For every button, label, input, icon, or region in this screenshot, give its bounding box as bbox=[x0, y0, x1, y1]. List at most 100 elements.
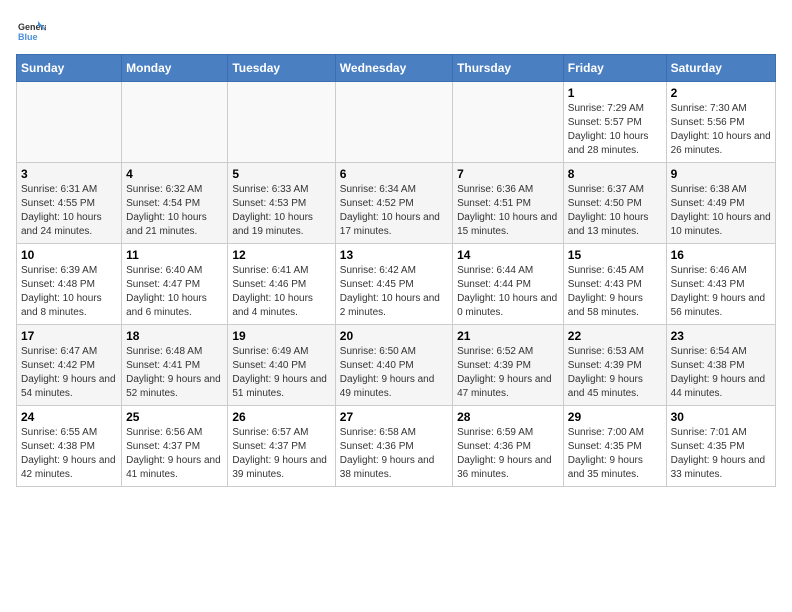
day-info: Sunrise: 6:36 AM Sunset: 4:51 PM Dayligh… bbox=[457, 183, 559, 239]
week-row-1: 1 Sunrise: 7:29 AM Sunset: 5:57 PM Daylig… bbox=[17, 82, 776, 163]
day-number: 27 bbox=[340, 410, 448, 424]
calendar-cell: 14 Sunrise: 6:44 AM Sunset: 4:44 PM Dayli… bbox=[453, 244, 564, 325]
day-number: 12 bbox=[232, 248, 330, 262]
svg-text:Blue: Blue bbox=[18, 32, 38, 42]
calendar-cell: 6 Sunrise: 6:34 AM Sunset: 4:52 PM Daylig… bbox=[335, 163, 452, 244]
calendar-cell: 20Sunrise: 6:50 AM Sunset: 4:40 PM Dayli… bbox=[335, 325, 452, 406]
day-info: Sunrise: 6:46 AM Sunset: 4:43 PM Dayligh… bbox=[671, 264, 771, 320]
calendar-table: SundayMondayTuesdayWednesdayThursdayFrid… bbox=[16, 54, 776, 487]
calendar-cell: 13 Sunrise: 6:42 AM Sunset: 4:45 PM Dayli… bbox=[335, 244, 452, 325]
calendar-cell: 23 Sunrise: 6:54 AM Sunset: 4:38 PM Dayli… bbox=[666, 325, 775, 406]
week-row-2: 3Sunrise: 6:31 AM Sunset: 4:55 PM Daylig… bbox=[17, 163, 776, 244]
day-number: 9 bbox=[671, 167, 771, 181]
day-number: 10 bbox=[21, 248, 117, 262]
day-number: 17 bbox=[21, 329, 117, 343]
day-header-sunday: Sunday bbox=[17, 55, 122, 82]
calendar-cell: 1 Sunrise: 7:29 AM Sunset: 5:57 PM Daylig… bbox=[563, 82, 666, 163]
calendar-cell: 15Sunrise: 6:45 AM Sunset: 4:43 PM Dayli… bbox=[563, 244, 666, 325]
calendar-cell: 2Sunrise: 7:30 AM Sunset: 5:56 PM Daylig… bbox=[666, 82, 775, 163]
day-number: 15 bbox=[568, 248, 662, 262]
day-info: Sunrise: 6:42 AM Sunset: 4:45 PM Dayligh… bbox=[340, 264, 448, 320]
header: General Blue bbox=[16, 16, 776, 46]
day-info: Sunrise: 6:40 AM Sunset: 4:47 PM Dayligh… bbox=[126, 264, 223, 320]
day-number: 28 bbox=[457, 410, 559, 424]
week-row-4: 17 Sunrise: 6:47 AM Sunset: 4:42 PM Dayli… bbox=[17, 325, 776, 406]
logo: General Blue bbox=[16, 16, 46, 46]
calendar-cell: 24Sunrise: 6:55 AM Sunset: 4:38 PM Dayli… bbox=[17, 406, 122, 487]
day-info: Sunrise: 6:49 AM Sunset: 4:40 PM Dayligh… bbox=[232, 345, 330, 401]
day-info: Sunrise: 6:57 AM Sunset: 4:37 PM Dayligh… bbox=[232, 426, 330, 482]
day-number: 7 bbox=[457, 167, 559, 181]
calendar-cell: 19Sunrise: 6:49 AM Sunset: 4:40 PM Dayli… bbox=[228, 325, 335, 406]
day-number: 29 bbox=[568, 410, 662, 424]
calendar-cell: 16 Sunrise: 6:46 AM Sunset: 4:43 PM Dayli… bbox=[666, 244, 775, 325]
day-info: Sunrise: 6:34 AM Sunset: 4:52 PM Dayligh… bbox=[340, 183, 448, 239]
day-info: Sunrise: 6:59 AM Sunset: 4:36 PM Dayligh… bbox=[457, 426, 559, 482]
day-header-saturday: Saturday bbox=[666, 55, 775, 82]
day-header-friday: Friday bbox=[563, 55, 666, 82]
day-number: 1 bbox=[568, 86, 662, 100]
day-info: Sunrise: 6:47 AM Sunset: 4:42 PM Dayligh… bbox=[21, 345, 117, 401]
day-info: Sunrise: 7:01 AM Sunset: 4:35 PM Dayligh… bbox=[671, 426, 771, 482]
day-header-wednesday: Wednesday bbox=[335, 55, 452, 82]
day-info: Sunrise: 6:58 AM Sunset: 4:36 PM Dayligh… bbox=[340, 426, 448, 482]
day-number: 3 bbox=[21, 167, 117, 181]
calendar-cell: 3Sunrise: 6:31 AM Sunset: 4:55 PM Daylig… bbox=[17, 163, 122, 244]
day-info: Sunrise: 6:44 AM Sunset: 4:44 PM Dayligh… bbox=[457, 264, 559, 320]
calendar-cell: 18 Sunrise: 6:48 AM Sunset: 4:41 PM Dayli… bbox=[122, 325, 228, 406]
day-number: 25 bbox=[126, 410, 223, 424]
calendar-body: 1 Sunrise: 7:29 AM Sunset: 5:57 PM Daylig… bbox=[17, 82, 776, 487]
day-info: Sunrise: 6:33 AM Sunset: 4:53 PM Dayligh… bbox=[232, 183, 330, 239]
day-header-tuesday: Tuesday bbox=[228, 55, 335, 82]
day-info: Sunrise: 6:39 AM Sunset: 4:48 PM Dayligh… bbox=[21, 264, 117, 320]
header-row: SundayMondayTuesdayWednesdayThursdayFrid… bbox=[17, 55, 776, 82]
calendar-cell bbox=[122, 82, 228, 163]
calendar-cell bbox=[228, 82, 335, 163]
day-info: Sunrise: 6:37 AM Sunset: 4:50 PM Dayligh… bbox=[568, 183, 662, 239]
calendar-cell: 22 Sunrise: 6:53 AM Sunset: 4:39 PM Dayli… bbox=[563, 325, 666, 406]
day-info: Sunrise: 6:38 AM Sunset: 4:49 PM Dayligh… bbox=[671, 183, 771, 239]
day-header-monday: Monday bbox=[122, 55, 228, 82]
calendar-cell: 7 Sunrise: 6:36 AM Sunset: 4:51 PM Daylig… bbox=[453, 163, 564, 244]
day-number: 6 bbox=[340, 167, 448, 181]
day-info: Sunrise: 6:56 AM Sunset: 4:37 PM Dayligh… bbox=[126, 426, 223, 482]
calendar-cell: 30 Sunrise: 7:01 AM Sunset: 4:35 PM Dayli… bbox=[666, 406, 775, 487]
day-info: Sunrise: 6:32 AM Sunset: 4:54 PM Dayligh… bbox=[126, 183, 223, 239]
day-number: 5 bbox=[232, 167, 330, 181]
day-number: 22 bbox=[568, 329, 662, 343]
day-header-thursday: Thursday bbox=[453, 55, 564, 82]
day-number: 30 bbox=[671, 410, 771, 424]
logo-icon: General Blue bbox=[16, 16, 46, 46]
calendar-cell: 9 Sunrise: 6:38 AM Sunset: 4:49 PM Daylig… bbox=[666, 163, 775, 244]
week-row-5: 24Sunrise: 6:55 AM Sunset: 4:38 PM Dayli… bbox=[17, 406, 776, 487]
day-number: 8 bbox=[568, 167, 662, 181]
day-number: 16 bbox=[671, 248, 771, 262]
calendar-cell: 11Sunrise: 6:40 AM Sunset: 4:47 PM Dayli… bbox=[122, 244, 228, 325]
day-info: Sunrise: 6:54 AM Sunset: 4:38 PM Dayligh… bbox=[671, 345, 771, 401]
calendar-cell: 28 Sunrise: 6:59 AM Sunset: 4:36 PM Dayli… bbox=[453, 406, 564, 487]
calendar-cell: 27 Sunrise: 6:58 AM Sunset: 4:36 PM Dayli… bbox=[335, 406, 452, 487]
calendar-header: SundayMondayTuesdayWednesdayThursdayFrid… bbox=[17, 55, 776, 82]
day-number: 21 bbox=[457, 329, 559, 343]
calendar-cell: 12Sunrise: 6:41 AM Sunset: 4:46 PM Dayli… bbox=[228, 244, 335, 325]
calendar-cell: 8 Sunrise: 6:37 AM Sunset: 4:50 PM Daylig… bbox=[563, 163, 666, 244]
calendar-cell: 26 Sunrise: 6:57 AM Sunset: 4:37 PM Dayli… bbox=[228, 406, 335, 487]
day-number: 2 bbox=[671, 86, 771, 100]
calendar-cell: 29 Sunrise: 7:00 AM Sunset: 4:35 PM Dayli… bbox=[563, 406, 666, 487]
day-info: Sunrise: 6:53 AM Sunset: 4:39 PM Dayligh… bbox=[568, 345, 662, 401]
calendar-cell: 5 Sunrise: 6:33 AM Sunset: 4:53 PM Daylig… bbox=[228, 163, 335, 244]
day-info: Sunrise: 6:52 AM Sunset: 4:39 PM Dayligh… bbox=[457, 345, 559, 401]
calendar-cell: 25 Sunrise: 6:56 AM Sunset: 4:37 PM Dayli… bbox=[122, 406, 228, 487]
day-number: 14 bbox=[457, 248, 559, 262]
day-number: 26 bbox=[232, 410, 330, 424]
calendar-cell: 10 Sunrise: 6:39 AM Sunset: 4:48 PM Dayli… bbox=[17, 244, 122, 325]
calendar-cell bbox=[335, 82, 452, 163]
day-number: 18 bbox=[126, 329, 223, 343]
day-number: 13 bbox=[340, 248, 448, 262]
day-info: Sunrise: 6:48 AM Sunset: 4:41 PM Dayligh… bbox=[126, 345, 223, 401]
day-number: 23 bbox=[671, 329, 771, 343]
week-row-3: 10 Sunrise: 6:39 AM Sunset: 4:48 PM Dayli… bbox=[17, 244, 776, 325]
calendar-cell: 21 Sunrise: 6:52 AM Sunset: 4:39 PM Dayli… bbox=[453, 325, 564, 406]
day-info: Sunrise: 7:00 AM Sunset: 4:35 PM Dayligh… bbox=[568, 426, 662, 482]
day-info: Sunrise: 7:29 AM Sunset: 5:57 PM Dayligh… bbox=[568, 102, 662, 158]
